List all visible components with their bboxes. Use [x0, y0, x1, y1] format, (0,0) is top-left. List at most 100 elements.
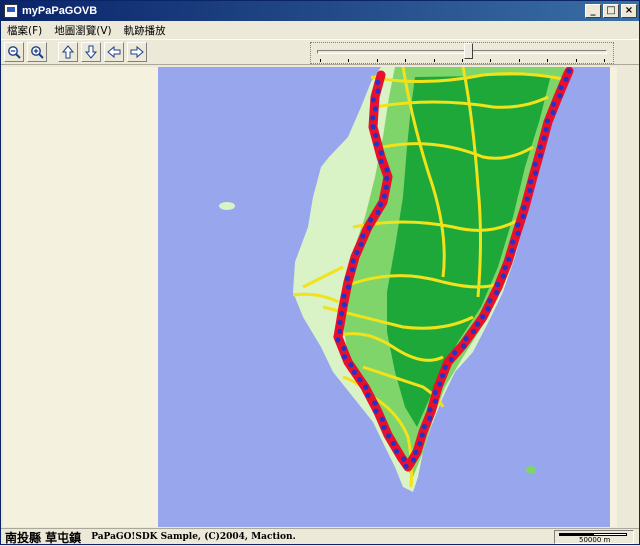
track-point [381, 193, 387, 199]
track-point [448, 356, 454, 363]
close-button[interactable]: × [621, 4, 637, 18]
track-point [487, 298, 493, 304]
track-point [337, 319, 343, 326]
slider-tick [462, 59, 463, 62]
track-point [551, 101, 557, 107]
track-point [360, 233, 366, 239]
track-point [357, 377, 363, 383]
copyright-text: PaPaGO!SDK Sample, (C)2004, Maction. [91, 532, 296, 542]
track-point [515, 230, 521, 237]
playback-slider[interactable] [310, 42, 614, 64]
title-bar[interactable]: myPaPaGOVB _ □ × [1, 1, 639, 21]
track-point [373, 408, 379, 414]
track-point [421, 424, 427, 430]
track-point [373, 141, 380, 147]
track-point [378, 158, 384, 165]
track-point [365, 392, 371, 398]
track-point [524, 196, 530, 202]
maximize-button[interactable]: □ [603, 4, 619, 18]
track-point [485, 306, 491, 312]
track-point [335, 337, 341, 343]
track-point [350, 258, 356, 264]
arrow-down-icon [84, 45, 98, 59]
track-point [381, 424, 387, 431]
track-point [527, 187, 533, 193]
menu-track-playback[interactable]: 軌跡播放 [118, 23, 172, 38]
track-point [378, 150, 384, 156]
zoom-in-button[interactable] [27, 42, 47, 62]
status-bar: 南投縣 草屯鎮 PaPaGO!SDK Sample, (C)2004, Mact… [1, 528, 639, 545]
track-point [375, 79, 381, 85]
track-point [475, 321, 481, 327]
track-point [401, 456, 407, 462]
track-point [370, 124, 376, 130]
slider-tick [433, 59, 435, 62]
track-point [339, 311, 345, 317]
track-point [413, 449, 419, 455]
menu-bar: 檔案(F) 地圖瀏覽(V) 軌跡播放 [1, 21, 639, 39]
track-point [544, 118, 551, 124]
track-point [532, 161, 538, 167]
track-point [510, 239, 516, 245]
arrow-left-icon [107, 45, 121, 59]
track-point [344, 275, 351, 281]
zoom-out-icon [8, 46, 21, 59]
track-point [373, 132, 379, 139]
track-point [410, 457, 417, 463]
slider-tick [604, 59, 605, 62]
track-point [427, 415, 433, 421]
track-point [419, 432, 425, 438]
track-point [495, 281, 501, 288]
track-point [390, 440, 397, 447]
track-point [537, 144, 543, 150]
track-point [403, 463, 409, 469]
track-point [379, 416, 385, 422]
track-point [383, 184, 389, 190]
arrow-right-icon [130, 45, 144, 59]
track-point [349, 267, 356, 273]
track-point [528, 179, 534, 185]
track-point [432, 389, 438, 396]
track-point [354, 249, 360, 256]
menu-file[interactable]: 檔案(F) [1, 23, 48, 38]
app-window: myPaPaGOVB _ □ × 檔案(F) 地圖瀏覽(V) 軌跡播放 南投縣 … [0, 0, 640, 545]
track-point [417, 441, 423, 447]
track-point [500, 273, 506, 279]
current-location: 南投縣 草屯鎮 [5, 530, 82, 545]
map-right-margin [617, 67, 639, 527]
zoom-in-icon [31, 46, 44, 59]
minimize-button[interactable]: _ [585, 4, 601, 18]
track-point [566, 68, 572, 74]
track-point [442, 364, 448, 370]
slider-tick [490, 59, 492, 62]
arrow-up-icon [61, 45, 75, 59]
slider-track [317, 50, 607, 54]
track-point [543, 126, 549, 133]
track-point [470, 328, 477, 335]
track-point [341, 302, 347, 308]
pan-up-button[interactable] [58, 42, 78, 62]
zoom-out-button[interactable] [4, 42, 24, 62]
track-point [439, 373, 446, 379]
pan-down-button[interactable] [81, 42, 101, 62]
track-point [370, 97, 376, 103]
track-point [506, 256, 512, 262]
track-point [515, 222, 521, 228]
track-point [463, 336, 469, 342]
slider-thumb[interactable] [463, 43, 473, 59]
track-point [341, 354, 348, 360]
track-point [509, 248, 515, 254]
menu-map-view[interactable]: 地圖瀏覽(V) [48, 23, 117, 38]
map-canvas[interactable] [3, 67, 617, 527]
slider-tick [320, 59, 321, 62]
pan-left-button[interactable] [104, 42, 124, 62]
track-point [452, 350, 458, 356]
track-point [461, 343, 467, 349]
map-view[interactable] [3, 67, 617, 527]
track-point [351, 369, 358, 375]
track-point [494, 290, 500, 296]
pan-right-button[interactable] [127, 42, 147, 62]
track-point [372, 400, 378, 406]
scale-label: 50000 m [579, 536, 611, 544]
track-point [378, 201, 384, 208]
